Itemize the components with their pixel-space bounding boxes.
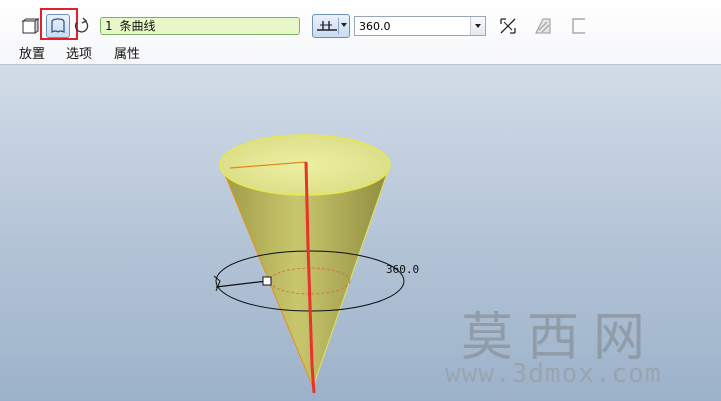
angle-drag-line [215, 280, 268, 288]
angle-input[interactable] [357, 18, 473, 34]
solid-button[interactable] [20, 16, 40, 36]
angle-drag-handle[interactable] [262, 276, 272, 286]
angle-type-dropdown[interactable] [312, 14, 350, 38]
flip-direction-button[interactable] [498, 16, 518, 36]
chevron-down-icon [341, 23, 347, 27]
flip-side-button[interactable] [71, 16, 91, 36]
flip-direction-icon [500, 18, 516, 34]
angle-dropdown-button[interactable] [470, 17, 485, 35]
thicken-icon [535, 18, 551, 34]
remove-material-icon [572, 18, 585, 34]
chevron-down-icon [475, 24, 481, 28]
tab-placement[interactable]: 放置 [19, 43, 45, 62]
revolve-dashboard: 1 条曲线 360.0 放置 选项 属性 [0, 0, 721, 65]
watermark: 莫西网 www.3dmox.com [445, 295, 695, 395]
watermark-url: www.3dmox.com [445, 359, 662, 389]
thicken-button[interactable] [533, 16, 553, 36]
section-collector[interactable]: 1 条曲线 [100, 17, 300, 35]
angle-from-sketch-icon [317, 21, 337, 31]
flip-side-icon [74, 17, 89, 33]
tab-properties[interactable]: 属性 [114, 43, 140, 62]
angle-annotation[interactable]: 360.0 [386, 263, 419, 276]
remove-material-button[interactable] [569, 16, 589, 36]
graphics-window[interactable]: 360.0 莫西网 www.3dmox.com [0, 65, 721, 401]
tab-options[interactable]: 选项 [66, 43, 92, 62]
angle-field [354, 16, 486, 36]
solid-icon [21, 18, 40, 34]
